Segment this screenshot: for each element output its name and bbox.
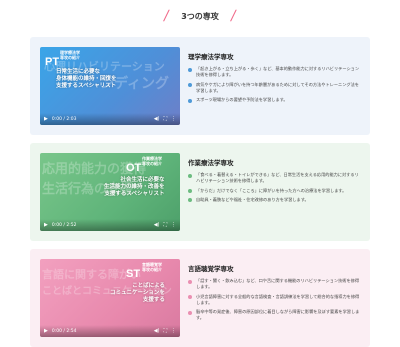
list-item: 病気やケガにより障がいを持つ年齢層があるために対してその方法やトレーニング法を学… [188, 82, 360, 95]
play-icon[interactable]: ▶ [44, 328, 48, 334]
bullet-icon [188, 310, 192, 315]
volume-icon[interactable]: ◀) [154, 222, 160, 228]
course-badge: ST [126, 262, 140, 281]
play-icon[interactable]: ▶ [44, 116, 48, 122]
course-badge: OT [126, 156, 141, 175]
list-item: スポーツ現場からの要望や予防法を学習します。 [188, 97, 360, 103]
slash-decoration-left: / [163, 8, 171, 24]
badge-abbr: OT [126, 162, 142, 174]
list-item: 脳卒中等の発症後、障害の原因部位に着目しながら障害に影響を及ぼす要素を学習します… [188, 309, 360, 322]
more-options-icon[interactable]: ⋮ [171, 222, 176, 228]
bullet-icon [188, 295, 192, 300]
badge-subtitle: 理学療法学 専攻の紹介 [60, 50, 80, 60]
course-title: 作業療法学専攻 [188, 159, 234, 167]
bullet-icon [188, 279, 192, 284]
volume-icon[interactable]: ◀) [154, 116, 160, 122]
list-item: 「起き上がる・立ち上がる・歩く」など、基本的動作能力に対するリハビリテーション技… [188, 66, 360, 79]
video-time: 0:00 / 2:54 [51, 328, 77, 334]
course-card-pt: 心理リハビリテーション ンディング PT 理学療法学 専攻の紹介 日常生活に必要… [30, 37, 370, 135]
list-item: 「話す・聞く・飲み込む」など、口や舌に関する機能のリハビリテーション技術を修得し… [188, 278, 360, 291]
course-title: 理学療法学専攻 [188, 53, 234, 61]
badge-abbr: PT [45, 56, 60, 68]
more-options-icon[interactable]: ⋮ [171, 116, 176, 122]
fullscreen-icon[interactable]: ⛶ [163, 328, 167, 334]
bullet-icon [188, 198, 192, 203]
slash-decoration-right: / [229, 8, 237, 24]
badge-abbr: ST [126, 268, 141, 280]
video-time: 0:00 / 2:52 [51, 222, 77, 228]
video-overlay-text: ことばによる コミュニケーションを 支援する [110, 283, 165, 303]
course-video-ot[interactable]: 応用的能力の獲得 生活行為の支援 OT 作業療法学 専攻の紹介 社会生活に必要な… [40, 153, 180, 231]
list-item: 「からだ」だけでなく「こころ」に障がいを持った方への治療法を学習します。 [188, 188, 360, 194]
bullet-icon [188, 98, 192, 103]
course-title: 言語聴覚学専攻 [188, 265, 234, 273]
bullet-icon [188, 173, 192, 178]
volume-icon[interactable]: ◀) [154, 328, 160, 334]
list-item: 自助具・義肢などや福祉・住宅改修のあり方を学習します。 [188, 197, 360, 203]
fullscreen-icon[interactable]: ⛶ [163, 222, 167, 228]
course-video-st[interactable]: 言語に関する障がい ことばとコミュニケーション ST 言語聴覚学 専攻の紹介 こ… [40, 259, 180, 337]
course-content-pt: 理学療法学専攻 「起き上がる・立ち上がる・歩く」など、基本的動作能力に対するリハ… [188, 51, 360, 106]
video-overlay-text: 社会生活に必要な 生活能力の維持・改善を 支援するスペシャリスト [104, 177, 165, 197]
list-item: 「食べる・着替える・トイレができる」など、日常生活を支える応用的能力に対するリハ… [188, 172, 360, 185]
section-title: 3つの専攻 [181, 11, 219, 21]
list-item: 小児言語障害に対する全般的な言語検査・言語訓練法を学習して総合的な指導力を修得し… [188, 294, 360, 307]
bullet-icon [188, 83, 192, 88]
course-card-ot: 応用的能力の獲得 生活行為の支援 OT 作業療法学 専攻の紹介 社会生活に必要な… [30, 143, 370, 241]
video-controls: ▶ 0:00 / 2:52 ◀) ⛶ ⋮ [40, 219, 180, 231]
course-card-st: 言語に関する障がい ことばとコミュニケーション ST 言語聴覚学 専攻の紹介 こ… [30, 249, 370, 347]
badge-subtitle: 作業療法学 専攻の紹介 [142, 156, 162, 166]
course-content-st: 言語聴覚学専攻 「話す・聞く・飲み込む」など、口や舌に関する機能のリハビリテーシ… [188, 263, 360, 325]
video-controls: ▶ 0:00 / 2:03 ◀) ⛶ ⋮ [40, 113, 180, 125]
more-options-icon[interactable]: ⋮ [171, 328, 176, 334]
bullet-icon [188, 189, 192, 194]
play-icon[interactable]: ▶ [44, 222, 48, 228]
video-time: 0:00 / 2:03 [51, 116, 77, 122]
badge-subtitle: 言語聴覚学 専攻の紹介 [142, 262, 162, 272]
course-content-ot: 作業療法学専攻 「食べる・着替える・トイレができる」など、日常生活を支える応用的… [188, 157, 360, 206]
course-video-pt[interactable]: 心理リハビリテーション ンディング PT 理学療法学 専攻の紹介 日常生活に必要… [40, 47, 180, 125]
bullet-icon [188, 67, 192, 72]
video-overlay-text: 日常生活に必要な 身体機能の維持・回復を 支援するスペシャリスト [56, 69, 117, 89]
fullscreen-icon[interactable]: ⛶ [163, 116, 167, 122]
video-controls: ▶ 0:00 / 2:54 ◀) ⛶ ⋮ [40, 325, 180, 337]
course-badge: PT [45, 50, 59, 69]
section-header: / 3つの専攻 / [0, 6, 400, 26]
